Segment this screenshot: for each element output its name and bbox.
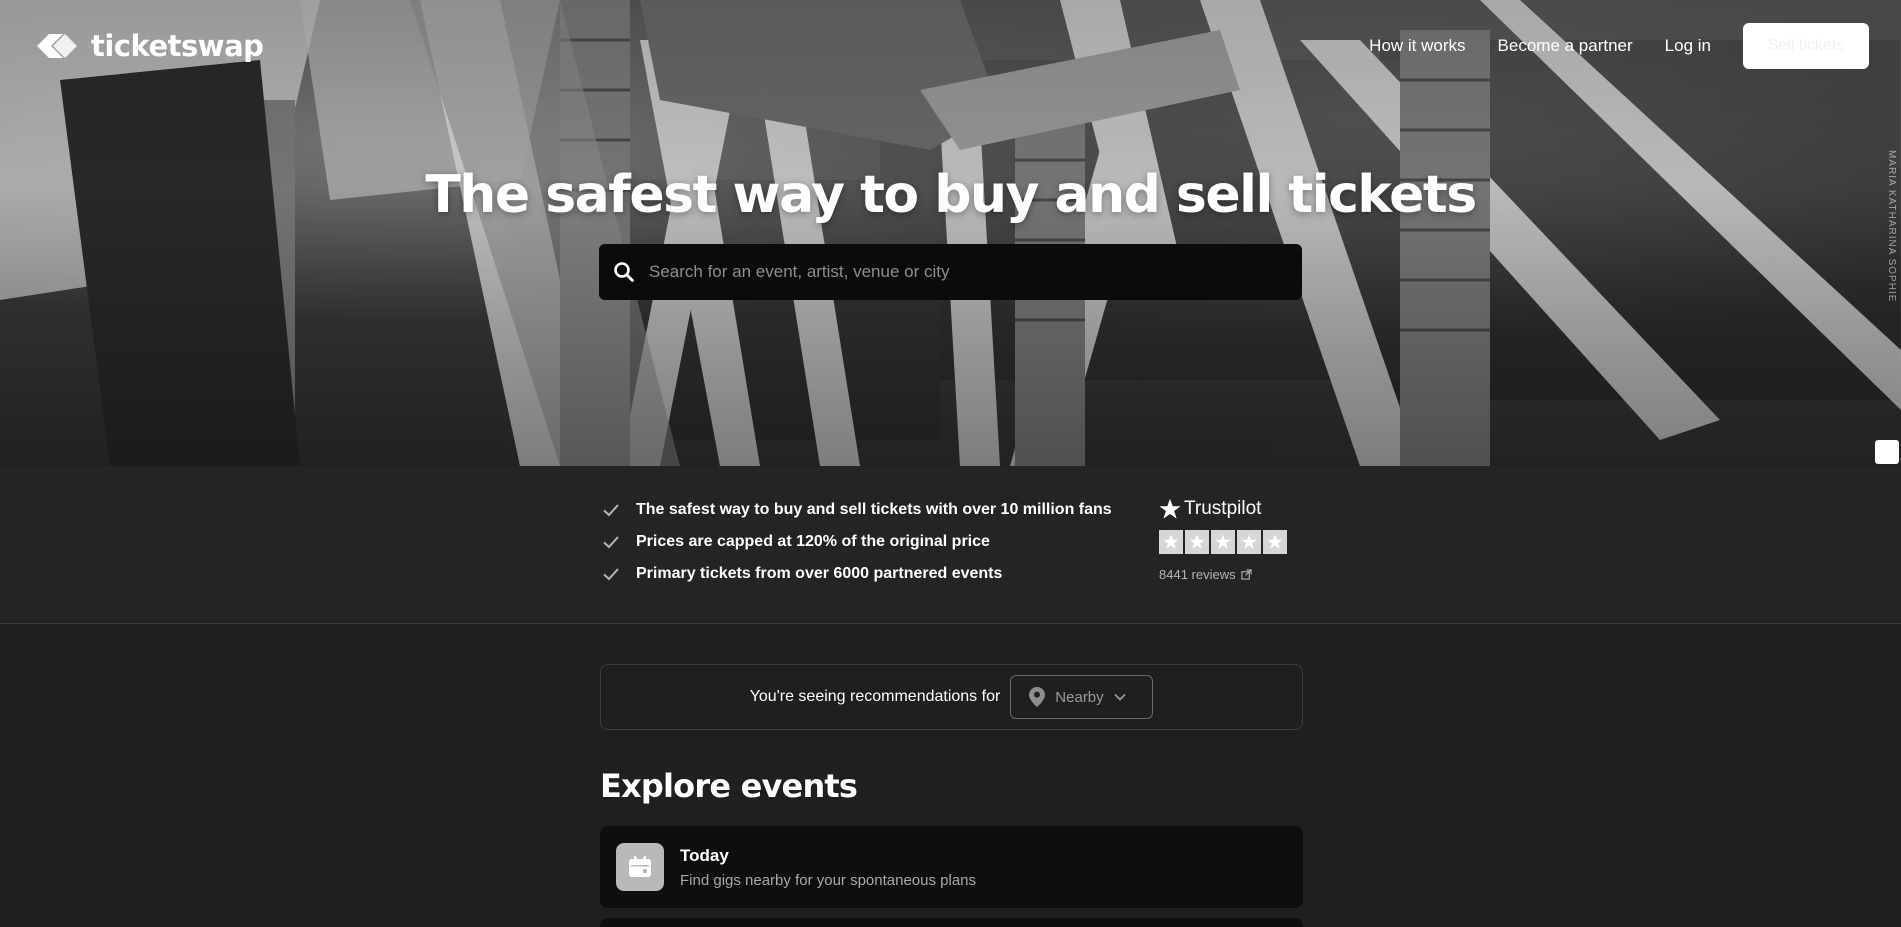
explore-card-next[interactable] bbox=[600, 918, 1303, 927]
site-header: ticketswap How it works Become a partner… bbox=[0, 0, 1901, 92]
trustpilot-rating bbox=[1159, 530, 1287, 554]
explore-card-today[interactable]: Today Find gigs nearby for your spontane… bbox=[600, 826, 1303, 908]
location-select-value: Nearby bbox=[1055, 688, 1104, 706]
ticketswap-logo[interactable]: ticketswap bbox=[33, 29, 264, 63]
page-title: The safest way to buy and sell tickets bbox=[425, 165, 1477, 225]
external-link-icon bbox=[1240, 569, 1252, 580]
location-pin-icon bbox=[1029, 687, 1046, 707]
nav-log-in[interactable]: Log in bbox=[1665, 36, 1711, 56]
trustpilot-label: Trustpilot bbox=[1184, 498, 1262, 519]
trustpilot-brand: Trustpilot bbox=[1159, 496, 1287, 522]
rating-star-icon bbox=[1263, 530, 1287, 554]
nav-how-it-works[interactable]: How it works bbox=[1369, 36, 1465, 56]
search-input[interactable] bbox=[649, 244, 1302, 300]
search-icon bbox=[614, 262, 634, 282]
explore-card-text: Today Find gigs nearby for your spontane… bbox=[680, 846, 976, 889]
rating-star-icon bbox=[1185, 530, 1209, 554]
trustpilot-star-icon bbox=[1159, 498, 1181, 519]
rating-star-icon bbox=[1211, 530, 1235, 554]
recommendations-label: You're seeing recommendations for bbox=[749, 688, 1001, 705]
explore-heading: Explore events bbox=[600, 767, 858, 805]
usp-list: The safest way to buy and sell tickets w… bbox=[602, 494, 1112, 590]
usp-text: Prices are capped at 120% of the origina… bbox=[636, 533, 990, 550]
checkmark-icon bbox=[603, 536, 619, 549]
usp-item: The safest way to buy and sell tickets w… bbox=[602, 494, 1112, 526]
explore-card-subtitle: Find gigs nearby for your spontaneous pl… bbox=[680, 871, 977, 889]
logo-wordmark: ticketswap bbox=[91, 29, 264, 63]
checkmark-icon bbox=[603, 504, 619, 517]
usp-text: The safest way to buy and sell tickets w… bbox=[636, 501, 1112, 518]
recommendations-bar: You're seeing recommendations for Nearby bbox=[600, 664, 1303, 730]
feedback-widget-button[interactable] bbox=[1875, 440, 1899, 464]
nav-become-partner[interactable]: Become a partner bbox=[1498, 36, 1633, 56]
calendar-icon bbox=[616, 843, 664, 891]
usp-item: Prices are capped at 120% of the origina… bbox=[602, 526, 1112, 558]
main-nav: How it works Become a partner Log in Sel… bbox=[1337, 23, 1869, 69]
reviews-count: 8441 reviews bbox=[1159, 567, 1236, 582]
usp-text: Primary tickets from over 6000 partnered… bbox=[636, 565, 1003, 582]
checkmark-icon bbox=[603, 568, 619, 581]
trustpilot-widget: Trustpilot 8441 reviews bbox=[1159, 496, 1287, 582]
rating-star-icon bbox=[1237, 530, 1261, 554]
logo-icon bbox=[37, 34, 77, 58]
rating-star-icon bbox=[1159, 530, 1183, 554]
search-bar[interactable] bbox=[599, 244, 1302, 300]
usp-item: Primary tickets from over 6000 partnered… bbox=[602, 558, 1112, 590]
trustpilot-reviews-link[interactable]: 8441 reviews bbox=[1159, 567, 1287, 582]
explore-card-title: Today bbox=[680, 845, 729, 865]
chevron-down-icon bbox=[1114, 693, 1126, 701]
location-select[interactable]: Nearby bbox=[1010, 675, 1154, 719]
sell-tickets-button[interactable]: Sell tickets bbox=[1743, 23, 1869, 69]
usp-bar: The safest way to buy and sell tickets w… bbox=[0, 466, 1901, 624]
